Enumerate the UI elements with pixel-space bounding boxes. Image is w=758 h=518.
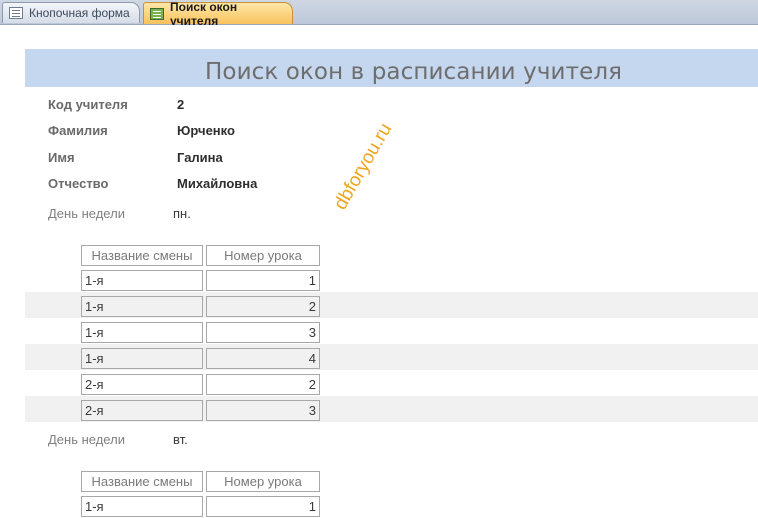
column-header-lesson-number: Номер урока — [206, 471, 320, 492]
document-tab-bar: Кнопочная форма Поиск окон учителя — [0, 0, 758, 28]
form-header: Поиск окон в расписании учителя — [25, 49, 758, 87]
weekday-label: День недели — [48, 206, 125, 221]
watermark-text: dbforyou.ru — [330, 119, 397, 214]
shift-name-cell[interactable]: 1-я — [81, 348, 203, 369]
first-name-label: Имя — [48, 150, 75, 165]
form-body: Поиск окон в расписании учителя Код учит… — [0, 25, 758, 518]
page-title: Поиск окон в расписании учителя — [205, 59, 623, 85]
form-icon — [150, 7, 164, 20]
lesson-number-cell[interactable]: 3 — [206, 322, 320, 343]
teacher-code-value: 2 — [177, 97, 185, 112]
tab-label: Поиск окон учителя — [170, 0, 238, 28]
shift-name-cell[interactable]: 1-я — [81, 496, 203, 517]
patronymic-label: Отчество — [48, 176, 109, 191]
last-name-label: Фамилия — [48, 123, 108, 138]
column-header-shift-name: Название смены — [81, 245, 203, 266]
shift-name-cell[interactable]: 1-я — [81, 296, 203, 317]
lesson-number-cell[interactable]: 2 — [206, 296, 320, 317]
weekday-value: пн. — [173, 206, 191, 221]
lesson-number-cell[interactable]: 4 — [206, 348, 320, 369]
column-header-shift-name: Название смены — [81, 471, 203, 492]
switchboard-form-icon — [9, 7, 23, 19]
last-name-value: Юрченко — [177, 123, 235, 138]
shift-name-cell[interactable]: 1-я — [81, 322, 203, 343]
lesson-number-cell[interactable]: 1 — [206, 496, 320, 517]
lesson-number-cell[interactable]: 2 — [206, 374, 320, 395]
lesson-number-cell[interactable]: 1 — [206, 270, 320, 291]
weekday-label: День недели — [48, 432, 125, 447]
tab-label: Кнопочная форма — [29, 6, 130, 20]
first-name-value: Галина — [177, 150, 223, 165]
shift-name-cell[interactable]: 1-я — [81, 270, 203, 291]
column-header-lesson-number: Номер урока — [206, 245, 320, 266]
patronymic-value: Михайловна — [177, 176, 258, 191]
lesson-number-cell[interactable]: 3 — [206, 400, 320, 421]
tab-teacher-window-search[interactable]: Поиск окон учителя — [143, 0, 293, 28]
weekday-value: вт. — [173, 432, 188, 447]
shift-name-cell[interactable]: 2-я — [81, 400, 203, 421]
teacher-code-label: Код учителя — [48, 97, 128, 112]
tab-switchboard[interactable]: Кнопочная форма — [2, 2, 140, 23]
shift-name-cell[interactable]: 2-я — [81, 374, 203, 395]
